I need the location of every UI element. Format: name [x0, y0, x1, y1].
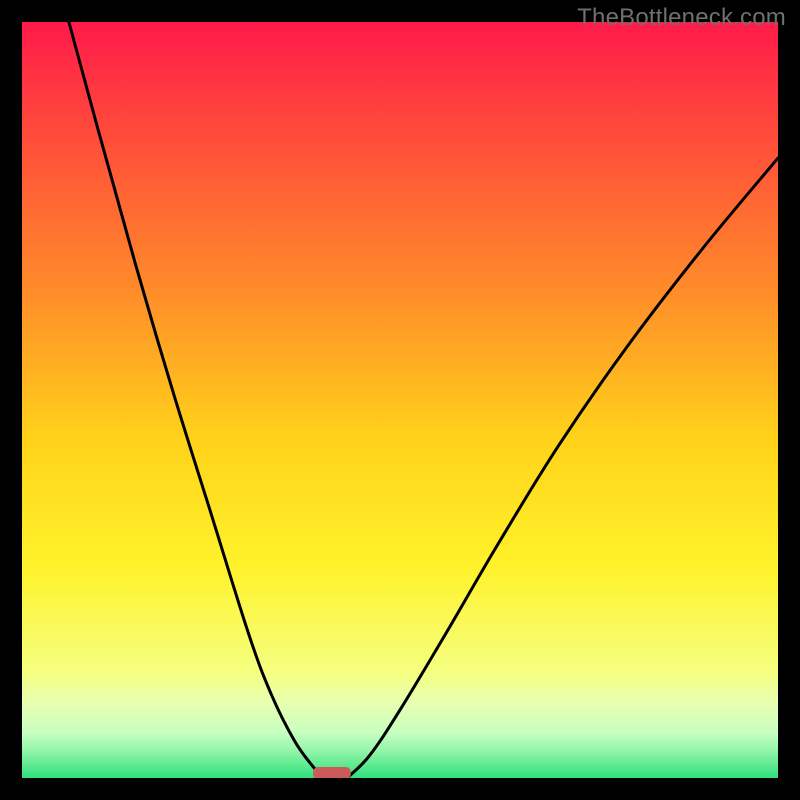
- chart-container: [22, 22, 778, 778]
- watermark-text: TheBottleneck.com: [577, 4, 786, 32]
- gradient-background: [22, 22, 778, 778]
- optimum-marker: [313, 767, 351, 778]
- bottleneck-chart: [22, 22, 778, 778]
